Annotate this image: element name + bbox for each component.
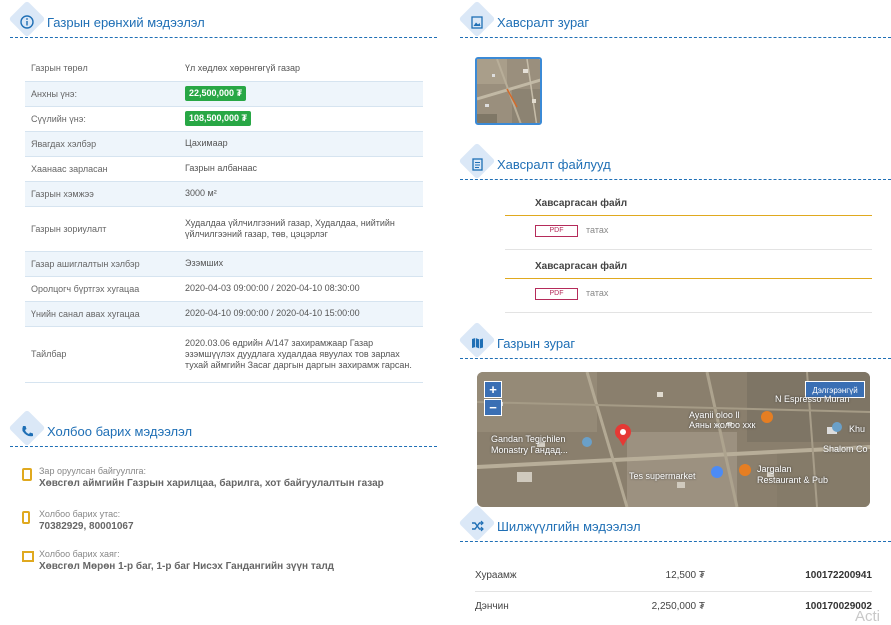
general-info-title: Газрын ерөнхий мэдээлэл [47, 15, 205, 30]
contact-header: Холбоо барих мэдээлэл [8, 409, 437, 447]
land-map-title: Газрын зураг [497, 336, 576, 351]
divider [505, 312, 872, 313]
row-value: 2020-04-10 09:00:00 / 2020-04-10 15:00:0… [179, 301, 423, 327]
row-value: 2020.03.06 өдрийн А/147 захирамжаар Газа… [179, 326, 423, 383]
transfer-type: Хураамж [475, 570, 517, 581]
file-icon [467, 154, 487, 174]
transfer-header: Шилжүүлгийн мэдээлэл [458, 504, 891, 542]
mobile-icon [22, 511, 30, 524]
table-row: Тайлбар 2020.03.06 өдрийн А/147 захирамж… [25, 326, 423, 383]
table-row: Анхны үнэ: 22,500,000 ₮ [25, 81, 423, 107]
table-row: Оролцогч бүртгэх хугацаа 2020-04-03 09:0… [25, 276, 423, 302]
row-key: Газар ашиглалтын хэлбэр [25, 251, 179, 277]
contact-value: Хөвсгөл Мөрөн 1-р баг, 1-р баг Нисэх Ган… [39, 561, 335, 572]
row-value: 2020-04-03 09:00:00 / 2020-04-10 08:30:0… [179, 276, 423, 302]
attachment-files-title: Хавсралт файлууд [497, 157, 611, 172]
map-label: Jargalan [757, 464, 792, 474]
contact-label: Холбоо барих хаяг: [39, 549, 120, 559]
row-key: Анхны үнэ: [25, 81, 179, 107]
row-key: Сүүлийн үнэ: [25, 106, 179, 132]
final-price-badge: 108,500,000 ₮ [185, 111, 252, 126]
file-name: Хавсаргасан файл [535, 261, 628, 272]
transfer-type: Дэнчин [475, 601, 509, 612]
attachment-files-header: Хавсралт файлууд [458, 142, 891, 180]
contact-value: Хөвсгөл аймгийн Газрын харилцаа, барилга… [39, 478, 384, 489]
attachment-image-header: Хавсралт зураг [458, 0, 891, 38]
contact-label: Холбоо барих утас: [39, 509, 121, 519]
row-key: Газрын төрөл [25, 56, 179, 82]
transfer-amount: 12,500 ₮ [665, 570, 705, 581]
contact-title: Холбоо барих мэдээлэл [47, 424, 193, 439]
row-key: Явагдах хэлбэр [25, 131, 179, 157]
contact-label: Зар оруулсан байгууллга: [39, 466, 147, 476]
divider [505, 278, 872, 279]
table-row: Дэнчин 2,250,000 ₮ 100170029002 [475, 591, 872, 621]
transfer-amount: 2,250,000 ₮ [651, 601, 705, 612]
row-key: Оролцогч бүртгэх хугацаа [25, 276, 179, 302]
download-link[interactable]: татах [586, 225, 608, 235]
table-row: Хураамж 12,500 ₮ 100172200941 [475, 560, 872, 592]
row-key: Хаанаас зарласан [25, 156, 179, 182]
map-label: Аяны жолоо ххк [689, 420, 756, 430]
land-map-header: Газрын зураг [458, 321, 891, 359]
row-value: Эзэмших [179, 251, 423, 277]
pdf-badge[interactable]: PDF [535, 288, 578, 300]
transfer-title: Шилжүүлгийн мэдээлэл [497, 519, 641, 534]
attachment-image-title: Хавсралт зураг [497, 15, 590, 30]
row-value: Цахимаар [179, 131, 423, 157]
shuffle-icon [467, 516, 487, 536]
initial-price-badge: 22,500,000 ₮ [185, 86, 247, 101]
divider [505, 215, 872, 216]
row-value: Худалдаа үйлчилгээний газар, Худалдаа, н… [179, 206, 423, 252]
map-label: Monastry Гандад... [491, 445, 568, 455]
zoom-in-button[interactable]: + [484, 381, 502, 398]
map-icon [467, 333, 487, 353]
download-link[interactable]: татах [586, 288, 608, 298]
table-row: Газрын хэмжээ 3000 м² [25, 181, 423, 207]
row-key: Үнийн санал авах хугацаа [25, 301, 179, 327]
map-label: Gandan Tegichilen [491, 434, 566, 444]
map-label: N Espresso Muran [775, 394, 850, 404]
row-key: Газрын хэмжээ [25, 181, 179, 207]
table-row: Хаанаас зарласан Газрын албанаас [25, 156, 423, 182]
land-map-view[interactable]: + − Дэлгэрэнгүй Ayanii oloo ll Аяны жоло… [477, 372, 870, 507]
general-info-table: Газрын төрөл Үл хөдлөх хөрөнгөгүй газар … [25, 56, 423, 383]
map-label: Restaurant & Pub [757, 475, 829, 485]
zoom-out-button[interactable]: − [484, 399, 502, 416]
row-key: Тайлбар [25, 326, 179, 383]
row-value: 3000 м² [179, 181, 423, 207]
pdf-badge[interactable]: PDF [535, 225, 578, 237]
divider [505, 249, 872, 250]
row-value: Үл хөдлөх хөрөнгөгүй газар [179, 56, 423, 82]
row-value: Газрын албанаас [179, 156, 423, 182]
table-row: Газрын төрөл Үл хөдлөх хөрөнгөгүй газар [25, 56, 423, 82]
right-column: Хавсралт зураг Хавсралт файлууд Хавсарга… [455, 0, 891, 623]
table-row: Газар ашиглалтын хэлбэр Эзэмших [25, 251, 423, 277]
contact-value[interactable]: 70382929, 80001067 [39, 521, 134, 532]
info-icon [17, 12, 37, 32]
map-label: Khu [849, 424, 866, 434]
left-column: Газрын ерөнхий мэдээлэл Газрын төрөл Үл … [0, 0, 445, 623]
table-row: Сүүлийн үнэ: 108,500,000 ₮ [25, 106, 423, 132]
image-icon [467, 12, 487, 32]
file-name: Хавсаргасан файл [535, 198, 628, 209]
map-label: Ayanii oloo ll [689, 410, 740, 420]
map-icon [22, 551, 34, 562]
transfer-account: 100172200941 [805, 570, 872, 581]
row-key: Газрын зориулалт [25, 206, 179, 252]
map-label: Tes supermarket [629, 471, 696, 481]
table-row: Газрын зориулалт Худалдаа үйлчилгээний г… [25, 206, 423, 252]
general-info-header: Газрын ерөнхий мэдээлэл [8, 0, 437, 38]
attachment-thumbnail[interactable] [475, 57, 542, 125]
map-label: Shalom Co [823, 444, 868, 454]
phone-icon [17, 421, 37, 441]
table-row: Явагдах хэлбэр Цахимаар [25, 131, 423, 157]
activation-watermark: Acti [855, 608, 881, 625]
table-row: Үнийн санал авах хугацаа 2020-04-10 09:0… [25, 301, 423, 327]
building-icon [22, 468, 32, 481]
